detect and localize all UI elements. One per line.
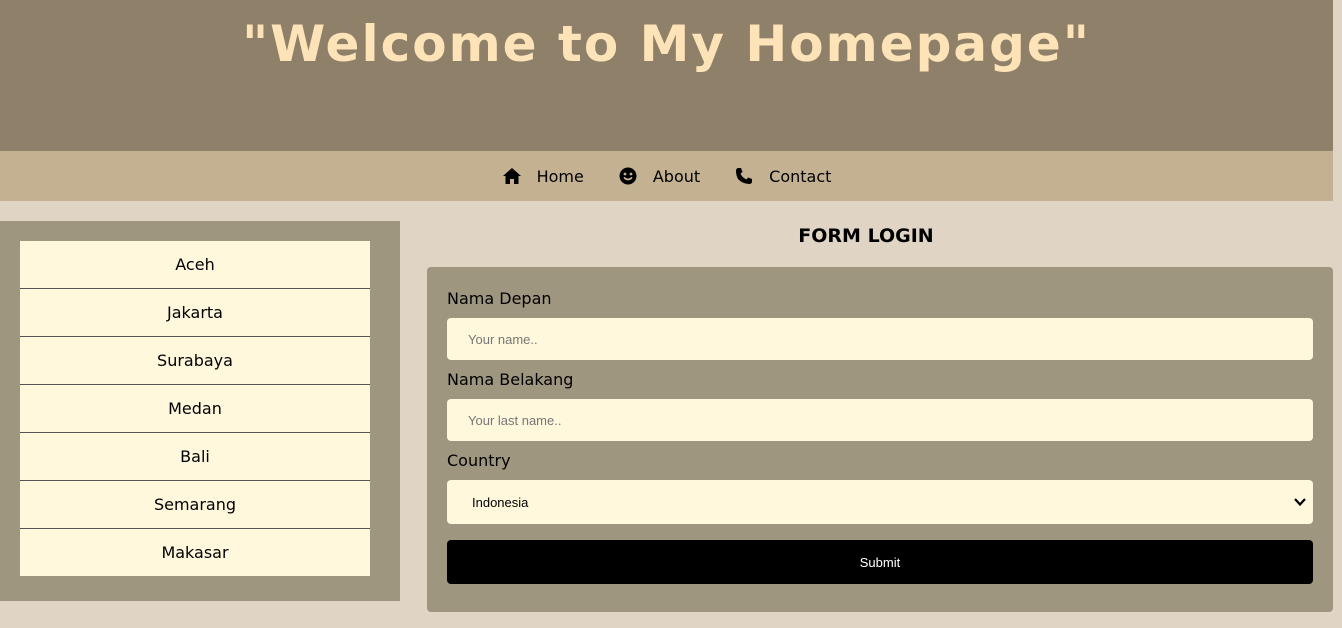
home-icon [502,166,522,186]
form-title: FORM LOGIN [798,225,934,247]
sidebar-item-medan[interactable]: Medan [20,385,370,433]
sidebar-item-aceh[interactable]: Aceh [20,241,370,289]
sidebar: Aceh Jakarta Surabaya Medan Bali Semaran… [0,221,400,601]
country-selected-value: Indonesia [472,494,529,510]
nav-item-contact[interactable]: Contact [734,166,831,186]
last-name-input[interactable] [447,399,1313,441]
country-select[interactable]: Indonesia [447,480,1313,524]
header: "Welcome to My Homepage" [0,0,1333,151]
sidebar-item-jakarta[interactable]: Jakarta [20,289,370,337]
sidebar-item-bali[interactable]: Bali [20,433,370,481]
submit-button[interactable]: Submit [447,540,1313,584]
nav-item-label: Contact [769,166,832,186]
sidebar-item-semarang[interactable]: Semarang [20,481,370,529]
page-title: "Welcome to My Homepage" [242,15,1091,73]
sidebar-list: Aceh Jakarta Surabaya Medan Bali Semaran… [20,241,370,576]
sidebar-item-makasar[interactable]: Makasar [20,529,370,576]
first-name-input[interactable] [447,318,1313,360]
nav-item-about[interactable]: About [618,166,700,186]
smile-icon [618,166,638,186]
nav-item-label: Home [536,166,584,186]
sidebar-item-surabaya[interactable]: Surabaya [20,337,370,385]
login-form: Nama Depan Nama Belakang Country Indones… [427,267,1333,612]
nav-item-home[interactable]: Home [502,166,584,186]
chevron-down-icon [1293,494,1307,510]
navbar: Home About Contact [0,151,1333,201]
last-name-label: Nama Belakang [447,370,574,389]
country-label: Country [447,451,511,470]
nav-item-label: About [652,166,701,186]
first-name-label: Nama Depan [447,289,552,308]
phone-icon [734,166,754,186]
